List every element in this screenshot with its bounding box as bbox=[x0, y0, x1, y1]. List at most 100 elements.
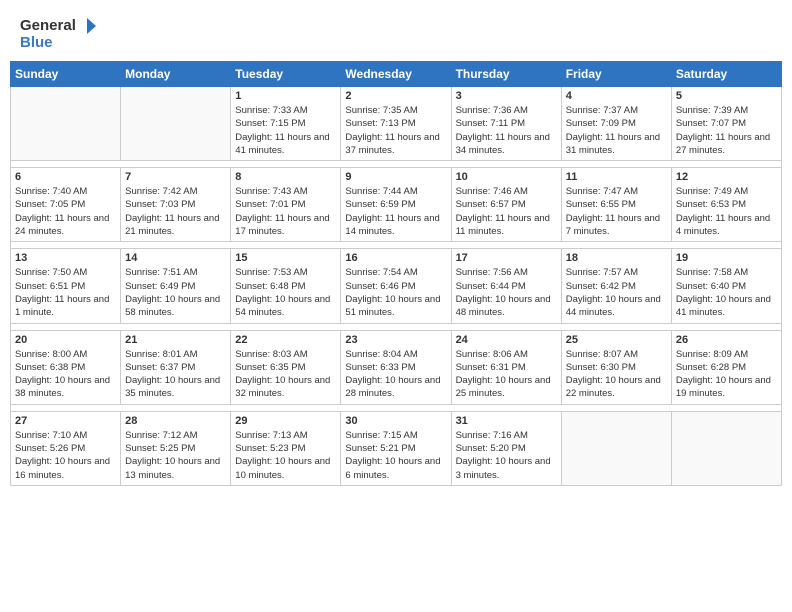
day-info: Sunrise: 7:58 AMSunset: 6:40 PMDaylight:… bbox=[676, 266, 777, 319]
calendar-day: 31Sunrise: 7:16 AMSunset: 5:20 PMDayligh… bbox=[451, 411, 561, 485]
day-number: 24 bbox=[456, 334, 557, 346]
calendar-day: 8Sunrise: 7:43 AMSunset: 7:01 PMDaylight… bbox=[231, 168, 341, 242]
calendar-day: 6Sunrise: 7:40 AMSunset: 7:05 PMDaylight… bbox=[11, 168, 121, 242]
day-info: Sunrise: 7:42 AMSunset: 7:03 PMDaylight:… bbox=[125, 185, 226, 238]
day-number: 18 bbox=[566, 252, 667, 264]
day-info: Sunrise: 8:03 AMSunset: 6:35 PMDaylight:… bbox=[235, 348, 336, 401]
logo-text-blue: Blue bbox=[20, 35, 96, 52]
separator-cell bbox=[11, 161, 782, 168]
day-info: Sunrise: 7:53 AMSunset: 6:48 PMDaylight:… bbox=[235, 266, 336, 319]
day-info: Sunrise: 7:35 AMSunset: 7:13 PMDaylight:… bbox=[345, 104, 446, 157]
day-number: 13 bbox=[15, 252, 116, 264]
day-number: 22 bbox=[235, 334, 336, 346]
day-info: Sunrise: 7:57 AMSunset: 6:42 PMDaylight:… bbox=[566, 266, 667, 319]
calendar-week-3: 13Sunrise: 7:50 AMSunset: 6:51 PMDayligh… bbox=[11, 249, 782, 323]
day-info: Sunrise: 8:09 AMSunset: 6:28 PMDaylight:… bbox=[676, 348, 777, 401]
column-header-sunday: Sunday bbox=[11, 62, 121, 87]
column-header-tuesday: Tuesday bbox=[231, 62, 341, 87]
calendar-day: 25 Sunrise: 8:07 AMSunset: 6:30 PMDayligh… bbox=[561, 330, 671, 404]
calendar-day: 11 Sunrise: 7:47 AMSunset: 6:55 PMDayligh… bbox=[561, 168, 671, 242]
day-number: 26 bbox=[676, 334, 777, 346]
day-number: 9 bbox=[345, 171, 446, 183]
calendar-day bbox=[121, 87, 231, 161]
column-header-thursday: Thursday bbox=[451, 62, 561, 87]
calendar-day: 27 Sunrise: 7:10 AMSunset: 5:26 PMDayligh… bbox=[11, 411, 121, 485]
separator-cell bbox=[11, 404, 782, 411]
day-number: 6 bbox=[15, 171, 116, 183]
day-number: 5 bbox=[676, 90, 777, 102]
day-info: Sunrise: 7:49 AMSunset: 6:53 PMDaylight:… bbox=[676, 185, 777, 238]
calendar-day: 2 Sunrise: 7:35 AMSunset: 7:13 PMDaylight… bbox=[341, 87, 451, 161]
calendar-week-4: 20Sunrise: 8:00 AMSunset: 6:38 PMDayligh… bbox=[11, 330, 782, 404]
calendar-day: 5 Sunrise: 7:39 AMSunset: 7:07 PMDaylight… bbox=[671, 87, 781, 161]
calendar-day: 13Sunrise: 7:50 AMSunset: 6:51 PMDayligh… bbox=[11, 249, 121, 323]
day-info: Sunrise: 7:51 AMSunset: 6:49 PMDaylight:… bbox=[125, 266, 226, 319]
day-number: 29 bbox=[235, 415, 336, 427]
day-number: 11 bbox=[566, 171, 667, 183]
day-number: 27 bbox=[15, 415, 116, 427]
separator-cell bbox=[11, 323, 782, 330]
day-info: Sunrise: 8:04 AMSunset: 6:33 PMDaylight:… bbox=[345, 348, 446, 401]
calendar-header-row: SundayMondayTuesdayWednesdayThursdayFrid… bbox=[11, 62, 782, 87]
day-info: Sunrise: 7:44 AMSunset: 6:59 PMDaylight:… bbox=[345, 185, 446, 238]
day-info: Sunrise: 7:33 AMSunset: 7:15 PMDaylight:… bbox=[235, 104, 336, 157]
day-number: 17 bbox=[456, 252, 557, 264]
calendar-day bbox=[11, 87, 121, 161]
page-header: General Blue bbox=[10, 10, 782, 55]
calendar-day: 16Sunrise: 7:54 AMSunset: 6:46 PMDayligh… bbox=[341, 249, 451, 323]
column-header-saturday: Saturday bbox=[671, 62, 781, 87]
calendar-day: 15 Sunrise: 7:53 AMSunset: 6:48 PMDayligh… bbox=[231, 249, 341, 323]
day-number: 25 bbox=[566, 334, 667, 346]
calendar-day: 14 Sunrise: 7:51 AMSunset: 6:49 PMDayligh… bbox=[121, 249, 231, 323]
column-header-friday: Friday bbox=[561, 62, 671, 87]
calendar-day: 9 Sunrise: 7:44 AMSunset: 6:59 PMDaylight… bbox=[341, 168, 451, 242]
day-info: Sunrise: 8:01 AMSunset: 6:37 PMDaylight:… bbox=[125, 348, 226, 401]
calendar-day: 7 Sunrise: 7:42 AMSunset: 7:03 PMDaylight… bbox=[121, 168, 231, 242]
column-header-wednesday: Wednesday bbox=[341, 62, 451, 87]
calendar-day: 22 Sunrise: 8:03 AMSunset: 6:35 PMDayligh… bbox=[231, 330, 341, 404]
row-separator bbox=[11, 161, 782, 168]
calendar-table: SundayMondayTuesdayWednesdayThursdayFrid… bbox=[10, 61, 782, 486]
day-number: 15 bbox=[235, 252, 336, 264]
calendar-day: 1 Sunrise: 7:33 AMSunset: 7:15 PMDaylight… bbox=[231, 87, 341, 161]
day-number: 30 bbox=[345, 415, 446, 427]
calendar-day: 17Sunrise: 7:56 AMSunset: 6:44 PMDayligh… bbox=[451, 249, 561, 323]
calendar-day: 23Sunrise: 8:04 AMSunset: 6:33 PMDayligh… bbox=[341, 330, 451, 404]
day-info: Sunrise: 7:10 AMSunset: 5:26 PMDaylight:… bbox=[15, 429, 116, 482]
logo: General Blue bbox=[20, 18, 96, 51]
day-number: 8 bbox=[235, 171, 336, 183]
calendar-day: 3Sunrise: 7:36 AMSunset: 7:11 PMDaylight… bbox=[451, 87, 561, 161]
day-info: Sunrise: 7:39 AMSunset: 7:07 PMDaylight:… bbox=[676, 104, 777, 157]
day-number: 2 bbox=[345, 90, 446, 102]
day-number: 21 bbox=[125, 334, 226, 346]
calendar-day: 24 Sunrise: 8:06 AMSunset: 6:31 PMDayligh… bbox=[451, 330, 561, 404]
logo-container: General Blue bbox=[20, 18, 96, 51]
column-header-monday: Monday bbox=[121, 62, 231, 87]
row-separator bbox=[11, 242, 782, 249]
day-number: 1 bbox=[235, 90, 336, 102]
separator-cell bbox=[11, 242, 782, 249]
calendar-day: 10Sunrise: 7:46 AMSunset: 6:57 PMDayligh… bbox=[451, 168, 561, 242]
calendar-day: 29 Sunrise: 7:13 AMSunset: 5:23 PMDayligh… bbox=[231, 411, 341, 485]
calendar-week-5: 27 Sunrise: 7:10 AMSunset: 5:26 PMDayligh… bbox=[11, 411, 782, 485]
day-info: Sunrise: 7:15 AMSunset: 5:21 PMDaylight:… bbox=[345, 429, 446, 482]
calendar-day: 18 Sunrise: 7:57 AMSunset: 6:42 PMDayligh… bbox=[561, 249, 671, 323]
row-separator bbox=[11, 404, 782, 411]
calendar-day: 28 Sunrise: 7:12 AMSunset: 5:25 PMDayligh… bbox=[121, 411, 231, 485]
day-number: 10 bbox=[456, 171, 557, 183]
day-info: Sunrise: 7:13 AMSunset: 5:23 PMDaylight:… bbox=[235, 429, 336, 482]
day-info: Sunrise: 7:12 AMSunset: 5:25 PMDaylight:… bbox=[125, 429, 226, 482]
day-number: 28 bbox=[125, 415, 226, 427]
calendar-day bbox=[561, 411, 671, 485]
calendar-day: 30 Sunrise: 7:15 AMSunset: 5:21 PMDayligh… bbox=[341, 411, 451, 485]
calendar-day: 26 Sunrise: 8:09 AMSunset: 6:28 PMDayligh… bbox=[671, 330, 781, 404]
logo-bird-icon bbox=[78, 18, 96, 34]
day-number: 14 bbox=[125, 252, 226, 264]
day-info: Sunrise: 7:47 AMSunset: 6:55 PMDaylight:… bbox=[566, 185, 667, 238]
day-info: Sunrise: 8:07 AMSunset: 6:30 PMDaylight:… bbox=[566, 348, 667, 401]
day-number: 7 bbox=[125, 171, 226, 183]
day-info: Sunrise: 8:06 AMSunset: 6:31 PMDaylight:… bbox=[456, 348, 557, 401]
day-number: 19 bbox=[676, 252, 777, 264]
calendar-week-1: 1 Sunrise: 7:33 AMSunset: 7:15 PMDaylight… bbox=[11, 87, 782, 161]
day-number: 31 bbox=[456, 415, 557, 427]
